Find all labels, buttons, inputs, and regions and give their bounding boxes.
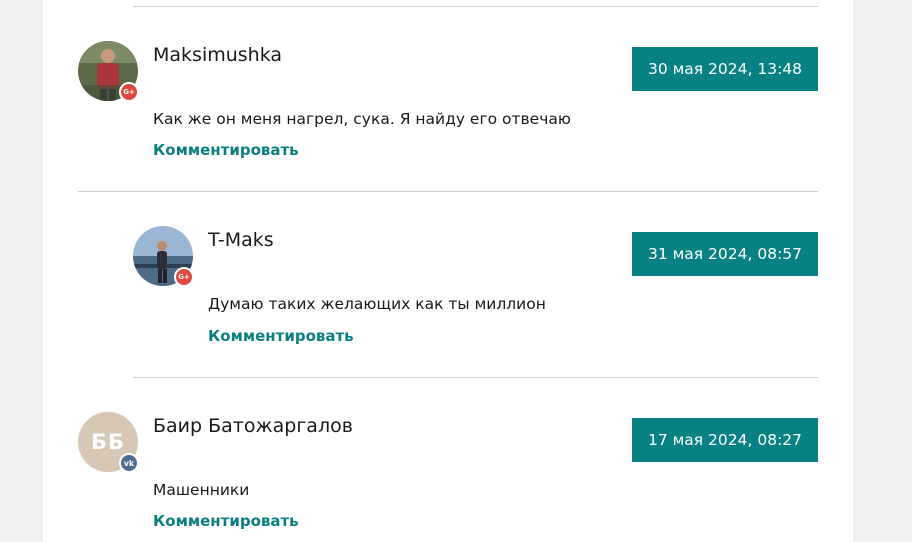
avatar[interactable]: G+	[78, 41, 139, 102]
comment-divider	[78, 191, 818, 192]
comment-author: Баир Батожаргалов	[153, 415, 353, 437]
google-plus-icon: G+	[119, 82, 139, 102]
reply-link[interactable]: Комментировать	[208, 327, 354, 345]
google-plus-icon: G+	[174, 267, 194, 287]
comment-text: Думаю таких желающих как ты миллион	[208, 295, 546, 313]
comment-date: 31 мая 2024, 08:57	[632, 232, 818, 276]
comment-author: T-Maks	[208, 229, 274, 251]
comment-text: Машенники	[153, 481, 250, 499]
vk-icon: vk	[119, 453, 139, 473]
avatar[interactable]: ББ vk	[78, 412, 139, 473]
comment-author: Maksimushka	[153, 44, 283, 66]
comment-divider	[133, 6, 818, 7]
comment-date: 30 мая 2024, 13:48	[632, 47, 818, 91]
comment-divider	[133, 377, 818, 378]
comment-text: Как же он меня нагрел, сука. Я найду его…	[153, 110, 571, 128]
reply-link[interactable]: Комментировать	[153, 141, 299, 159]
reply-link[interactable]: Комментировать	[153, 512, 299, 530]
comment-date: 17 мая 2024, 08:27	[632, 418, 818, 462]
avatar[interactable]: G+	[133, 226, 194, 287]
